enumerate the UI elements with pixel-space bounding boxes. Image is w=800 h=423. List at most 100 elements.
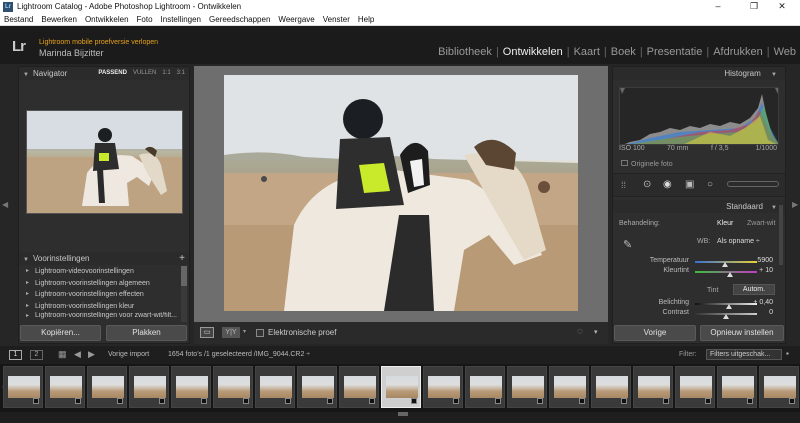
filmstrip-thumbnail[interactable] [297, 366, 337, 408]
filmstrip-thumbnail[interactable] [423, 366, 463, 408]
presets-header[interactable]: ▼ Voorinstellingen + [19, 252, 189, 265]
treatment-bw[interactable]: Zwart-wit [747, 220, 775, 227]
filmstrip-info[interactable]: 1654 foto's /1 geselecteerd /IMG_9044.CR… [168, 351, 310, 358]
soft-proof-checkbox[interactable] [256, 329, 264, 337]
treatment-color[interactable]: Kleur [717, 220, 733, 227]
filter-dropdown[interactable]: Filters uitgeschak... [706, 349, 782, 360]
presets-scrollbar[interactable] [181, 266, 187, 322]
filmstrip-resize-handle[interactable] [398, 412, 408, 416]
screen-1-button[interactable]: 1 [9, 350, 22, 360]
filmstrip-thumbnail[interactable] [255, 366, 295, 408]
zoom-passend[interactable]: PASSEND [98, 70, 127, 76]
loupe-view-icon[interactable]: ▭ [200, 327, 214, 338]
navigator-preview[interactable] [26, 110, 183, 214]
crop-tool-icon[interactable]: ⁞⁞ [621, 180, 626, 190]
menu-foto[interactable]: Foto [133, 14, 157, 24]
filmstrip-thumbnail[interactable] [549, 366, 589, 408]
eyedropper-icon[interactable]: ✎ [623, 238, 632, 251]
menu-instellingen[interactable]: Instellingen [157, 14, 205, 24]
mobile-notice[interactable]: Lightroom mobile proefversie verlopen [39, 39, 158, 46]
close-button[interactable]: ✕ [764, 1, 800, 12]
zoom-3-1[interactable]: 3:1 [177, 70, 185, 76]
zoom-vullen[interactable]: VULLEN [133, 70, 156, 76]
auto-tone-button[interactable]: Autom. [733, 284, 775, 295]
copy-settings-button[interactable]: Kopiëren... [20, 325, 101, 341]
filmstrip-thumbnail[interactable] [171, 366, 211, 408]
add-preset-icon[interactable]: + [179, 252, 185, 265]
histogram-chart[interactable] [619, 87, 779, 145]
histogram-header[interactable]: Histogram ▼ [613, 67, 785, 80]
contrast-slider[interactable] [695, 313, 757, 319]
right-panel-toggle-icon[interactable]: ▶ [792, 200, 798, 209]
filmstrip-thumbnail[interactable] [507, 366, 547, 408]
preset-folder[interactable]: Lightroom-voorinstellingen kleur [19, 301, 179, 313]
module-boek[interactable]: Boek [607, 46, 640, 58]
filmstrip-thumbnail[interactable] [87, 366, 127, 408]
module-kaart[interactable]: Kaart [570, 46, 604, 58]
contrast-value[interactable]: 0 [769, 309, 773, 316]
exposure-slider[interactable] [695, 303, 757, 309]
filmstrip-thumbnail[interactable] [675, 366, 715, 408]
filmstrip-thumbnail[interactable] [381, 366, 421, 408]
scrollbar-thumb[interactable] [181, 266, 187, 286]
filmstrip-thumbnail[interactable] [633, 366, 673, 408]
filmstrip-thumbnail[interactable] [45, 366, 85, 408]
preset-folder[interactable]: Lightroom-videovoorinstellingen [19, 266, 179, 278]
left-panel-toggle-icon[interactable]: ◀ [2, 200, 8, 209]
filmstrip-thumbnail[interactable] [465, 366, 505, 408]
reset-button[interactable]: Opnieuw instellen [700, 325, 784, 341]
menu-venster[interactable]: Venster [319, 14, 354, 24]
standard-header[interactable]: Standaard ▼ [613, 200, 785, 213]
filmstrip-thumbnail[interactable] [213, 366, 253, 408]
grid-view-icon[interactable]: ▦ [58, 349, 67, 360]
chevron-down-icon[interactable]: ▾ [243, 328, 246, 335]
filmstrip-thumbnail[interactable] [129, 366, 169, 408]
filmstrip-thumbnail[interactable] [339, 366, 379, 408]
module-web[interactable]: Web [770, 46, 800, 58]
forward-arrow-icon[interactable]: ▶ [88, 349, 95, 360]
before-after-icon[interactable]: Y|Y [222, 327, 240, 338]
menu-help[interactable]: Help [354, 14, 378, 24]
graduated-filter-icon[interactable]: ▣ [685, 179, 694, 190]
menu-ontwikkelen[interactable]: Ontwikkelen [81, 14, 133, 24]
paste-settings-button[interactable]: Plakken [106, 325, 187, 341]
back-arrow-icon[interactable]: ◀ [74, 349, 81, 360]
filmstrip-thumbnail[interactable] [717, 366, 757, 408]
red-eye-icon[interactable]: ◉ [663, 179, 672, 190]
main-photo[interactable] [224, 75, 578, 311]
tint-slider[interactable] [695, 271, 757, 277]
previous-button[interactable]: Vorige [614, 325, 696, 341]
screen-2-button[interactable]: 2 [30, 350, 43, 360]
wb-dropdown[interactable]: Als opname ÷ [717, 238, 760, 245]
source-label[interactable]: Vorige import [108, 351, 149, 358]
module-presentatie[interactable]: Presentatie [643, 46, 707, 58]
spot-removal-icon[interactable]: ⊙ [643, 179, 651, 190]
zoom-1-1[interactable]: 1:1 [162, 70, 170, 76]
menu-weergave[interactable]: Weergave [274, 14, 318, 24]
module-ontwikkelen[interactable]: Ontwikkelen [499, 46, 567, 58]
filter-lock-icon[interactable]: ▪ [786, 349, 789, 358]
radial-filter-icon[interactable]: ○ [707, 179, 713, 190]
preset-folder[interactable]: Lightroom-voorinstellingen algemeen [19, 278, 179, 290]
right-scrollbar[interactable] [779, 205, 783, 265]
preset-folder[interactable]: Lightroom-voorinstellingen effecten [19, 289, 179, 301]
menu-gereedschappen[interactable]: Gereedschappen [205, 14, 274, 24]
module-bibliotheek[interactable]: Bibliotheek [434, 46, 496, 58]
preset-folder[interactable]: Lightroom-voorinstellingen voor zwart-wi… [19, 312, 179, 320]
exposure-value[interactable]: + 0,40 [753, 299, 773, 306]
slider-knob[interactable] [723, 314, 729, 319]
slider-knob[interactable] [726, 272, 733, 277]
menu-bewerken[interactable]: Bewerken [37, 14, 81, 24]
tint-value[interactable]: + 10 [759, 267, 773, 274]
temperature-slider[interactable] [695, 261, 757, 267]
filmstrip-thumbnail[interactable] [591, 366, 631, 408]
filmstrip-thumbnail[interactable] [759, 366, 799, 408]
navigator-header[interactable]: ▼ Navigator PASSEND VULLEN 1:1 3:1 [19, 67, 189, 80]
original-photo-toggle[interactable]: Originele foto [621, 160, 673, 168]
brush-slider-icon[interactable] [727, 181, 779, 187]
original-photo-checkbox[interactable] [621, 160, 628, 166]
module-afdrukken[interactable]: Afdrukken [709, 46, 767, 58]
menu-bestand[interactable]: Bestand [0, 14, 37, 24]
minimize-button[interactable]: – [700, 1, 736, 11]
temperature-value[interactable]: 5900 [757, 257, 773, 264]
